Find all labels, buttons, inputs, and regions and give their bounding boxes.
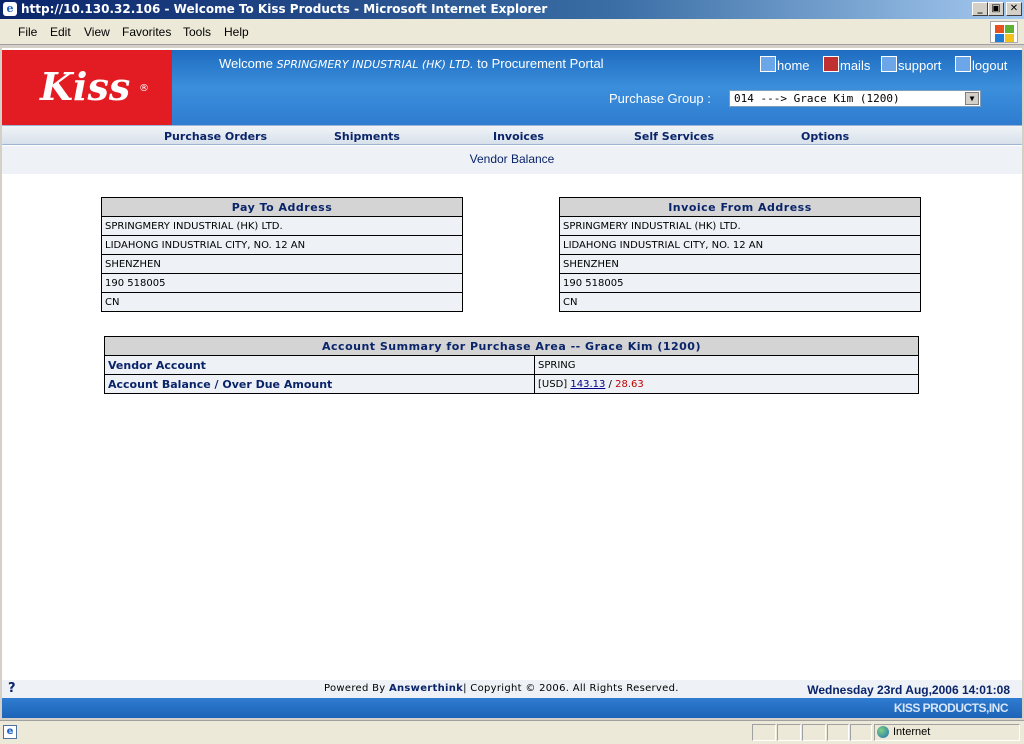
home-icon xyxy=(760,56,776,72)
purchase-group-select[interactable]: 014 ---> Grace Kim (1200) ▼ xyxy=(729,90,981,107)
maximize-button[interactable]: ▣ xyxy=(988,2,1004,16)
chevron-down-icon[interactable]: ▼ xyxy=(965,92,979,105)
logout-link[interactable]: logout xyxy=(955,56,1007,73)
vendor-account-value: SPRING xyxy=(534,355,919,375)
menu-help[interactable]: Help xyxy=(224,25,249,39)
support-link[interactable]: support xyxy=(881,56,941,73)
close-button[interactable]: ✕ xyxy=(1006,2,1022,16)
main-nav: Purchase Orders Shipments Invoices Self … xyxy=(2,125,1022,145)
window-titlebar: e http://10.130.32.106 - Welcome To Kiss… xyxy=(0,0,1024,19)
footer-brand-bar: KISS PRODUCTS,INC xyxy=(2,698,1022,718)
menu-file[interactable]: File xyxy=(18,25,37,39)
account-summary-table: Account Summary for Purchase Area -- Gra… xyxy=(104,336,919,394)
home-link-label: home xyxy=(777,58,810,73)
kiss-logo[interactable]: Kiss ® xyxy=(2,50,172,125)
footer-brand: KISS PRODUCTS,INC xyxy=(893,701,1009,715)
welcome-prefix: Welcome xyxy=(219,56,273,71)
nav-options[interactable]: Options xyxy=(801,130,849,143)
pay-to-line: SHENZHEN xyxy=(101,254,463,274)
status-bar: e Internet xyxy=(0,720,1024,744)
vendor-account-label: Vendor Account xyxy=(104,355,535,375)
pay-to-line: SPRINGMERY INDUSTRIAL (HK) LTD. xyxy=(101,216,463,236)
invoice-from-heading: Invoice From Address xyxy=(559,197,921,217)
status-panel xyxy=(827,724,849,741)
footer-datetime: Wednesday 23rd Aug,2006 14:01:08 xyxy=(807,683,1010,697)
powered-by: Powered By Answerthink| Copyright © 2006… xyxy=(324,683,679,694)
window-title: http://10.130.32.106 - Welcome To Kiss P… xyxy=(21,2,548,16)
nav-shipments[interactable]: Shipments xyxy=(334,130,400,143)
copyright-text: | Copyright © 2006. All Rights Reserved. xyxy=(463,683,679,694)
logo-registered-mark: ® xyxy=(139,83,149,94)
zone-label: Internet xyxy=(893,726,931,738)
menu-tools[interactable]: Tools xyxy=(183,25,211,39)
menu-edit[interactable]: Edit xyxy=(50,25,71,39)
invoice-from-line: SHENZHEN xyxy=(559,254,921,274)
vendor-company-name: SPRINGMERY INDUSTRIAL (HK) LTD. xyxy=(276,58,474,71)
balance-separator: / xyxy=(608,378,612,390)
pay-to-heading: Pay To Address xyxy=(101,197,463,217)
globe-icon xyxy=(877,726,889,738)
welcome-suffix: to Procurement Portal xyxy=(477,56,604,71)
powered-prefix: Powered By xyxy=(324,683,386,694)
status-panel xyxy=(777,724,801,741)
status-panel xyxy=(752,724,776,741)
home-link[interactable]: home xyxy=(760,56,810,73)
account-balance-link[interactable]: 143.13 xyxy=(570,379,605,390)
account-balance-label: Account Balance / Over Due Amount xyxy=(104,374,535,394)
welcome-message: Welcome SPRINGMERY INDUSTRIAL (HK) LTD. … xyxy=(219,56,604,71)
mails-link[interactable]: mails xyxy=(823,56,870,73)
status-panel xyxy=(850,724,872,741)
invoice-from-line: CN xyxy=(559,292,921,312)
invoice-from-line: 190 518005 xyxy=(559,273,921,293)
security-zone: Internet xyxy=(874,724,1020,741)
nav-invoices[interactable]: Invoices xyxy=(493,130,544,143)
purchase-group-value: 014 ---> Grace Kim (1200) xyxy=(734,92,900,105)
logout-link-label: logout xyxy=(972,58,1008,73)
currency-code: [USD] xyxy=(538,378,568,390)
pay-to-line: 190 518005 xyxy=(101,273,463,293)
help-icon[interactable]: ? xyxy=(8,681,16,696)
pay-to-address-table: Pay To Address SPRINGMERY INDUSTRIAL (HK… xyxy=(101,197,463,312)
nav-self-services[interactable]: Self Services xyxy=(634,130,714,143)
menu-bar: File Edit View Favorites Tools Help xyxy=(0,19,1024,45)
account-balance-cell: [USD] 143.13 / 28.63 xyxy=(534,374,919,394)
minimize-button[interactable]: _ xyxy=(972,2,988,16)
logo-text: Kiss xyxy=(40,64,131,109)
support-icon xyxy=(881,56,897,72)
account-summary-heading: Account Summary for Purchase Area -- Gra… xyxy=(104,336,919,356)
footer: ? Powered By Answerthink| Copyright © 20… xyxy=(2,680,1022,698)
pay-to-line: CN xyxy=(101,292,463,312)
overdue-amount: 28.63 xyxy=(615,378,644,390)
mail-icon xyxy=(823,56,839,72)
invoice-from-address-table: Invoice From Address SPRINGMERY INDUSTRI… xyxy=(559,197,921,312)
invoice-from-line: SPRINGMERY INDUSTRIAL (HK) LTD. xyxy=(559,216,921,236)
portal-header: Kiss ® Welcome SPRINGMERY INDUSTRIAL (HK… xyxy=(2,50,1022,125)
nav-purchase-orders[interactable]: Purchase Orders xyxy=(164,130,267,143)
menu-favorites[interactable]: Favorites xyxy=(122,25,171,39)
pay-to-line: LIDAHONG INDUSTRIAL CITY, NO. 12 AN xyxy=(101,235,463,255)
mails-link-label: mails xyxy=(840,58,871,73)
page-content: Kiss ® Welcome SPRINGMERY INDUSTRIAL (HK… xyxy=(2,48,1022,718)
status-panel xyxy=(802,724,826,741)
purchase-group-label: Purchase Group : xyxy=(609,91,711,106)
logout-icon xyxy=(955,56,971,72)
windows-logo-icon xyxy=(990,21,1018,43)
page-title-band: Vendor Balance xyxy=(2,146,1022,174)
ie-icon: e xyxy=(3,2,17,16)
page-done-icon: e xyxy=(3,725,17,739)
support-link-label: support xyxy=(898,58,942,73)
invoice-from-line: LIDAHONG INDUSTRIAL CITY, NO. 12 AN xyxy=(559,235,921,255)
page-title: Vendor Balance xyxy=(469,152,555,166)
powered-by-link[interactable]: Answerthink xyxy=(389,683,463,694)
menu-view[interactable]: View xyxy=(84,25,110,39)
